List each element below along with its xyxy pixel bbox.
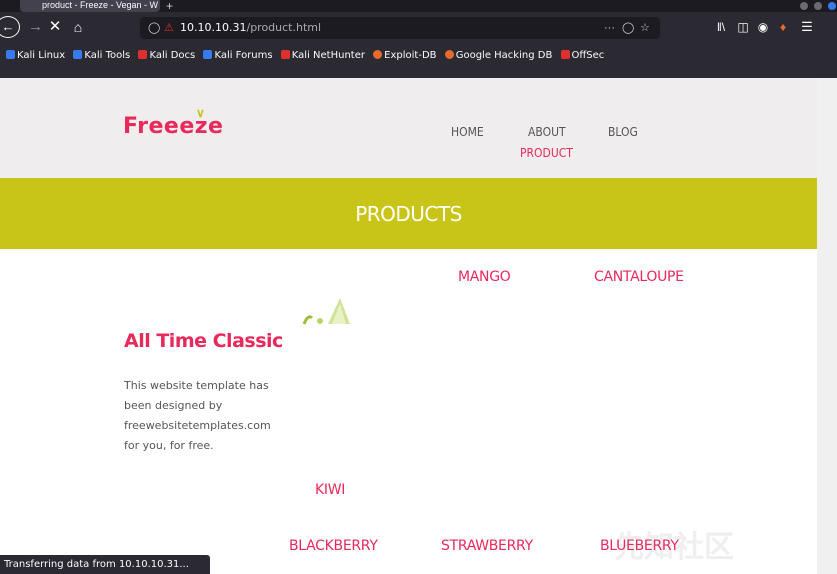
stop-icon[interactable]: ✕ [48,16,62,38]
insecure-lock-icon[interactable]: ⚠ [164,17,174,39]
product-kiwi[interactable]: KIWI [315,482,345,498]
bookmark-item[interactable]: Kali Forums [203,50,273,61]
back-icon[interactable]: ← [0,16,20,38]
url-bar[interactable]: ◯ ⚠ 10.10.10.31/product.html ··· ◯ ☆ [140,17,660,39]
minimize-icon[interactable] [800,2,808,10]
bookmark-item[interactable]: Kali Docs [138,50,195,61]
url-text[interactable]: 10.10.10.31/product.html [180,17,321,39]
status-bar: Transferring data from 10.10.10.31... [0,555,210,574]
browser-tab[interactable]: product - Freeze - Vegan - W [20,0,160,12]
kali-forums-icon [203,50,213,59]
site-header: Freeeze ∨ HOME ABOUT BLOG PRODUCT [0,78,817,178]
sidebar-icon[interactable]: ◫ [736,16,750,38]
product-blackberry[interactable]: BLACKBERRY [289,538,378,554]
navigation-toolbar: ← → ✕ ⌂ ◯ ⚠ 10.10.10.31/product.html ···… [0,12,837,44]
account-icon[interactable]: ◉ [756,16,770,38]
products-banner: PRODUCTS [0,178,817,249]
fruit-image [302,298,350,325]
google-hacking-db-icon [444,50,454,59]
product-cantaloupe[interactable]: CANTALOUPE [594,269,684,285]
page-viewport: Freeeze ∨ HOME ABOUT BLOG PRODUCT PRODUC… [0,78,817,574]
bookmark-item[interactable]: OffSec [560,50,604,61]
browser-chrome: product - Freeze - Vegan - W + ← → ✕ ⌂ ◯… [0,0,837,78]
sidebar-title: All Time Classic [124,330,283,352]
sidebar-text: This website template has been designed … [124,379,271,452]
site-logo[interactable]: Freeeze [123,114,223,139]
maximize-icon[interactable] [814,2,822,10]
home-icon[interactable]: ⌂ [70,16,86,38]
exploit-db-icon [373,50,383,59]
nav-product[interactable]: PRODUCT [520,146,573,160]
bookmark-item[interactable]: Exploit-DB [373,50,437,61]
page-actions-icon[interactable]: ··· [604,17,615,39]
library-icon[interactable]: ‖\ [714,16,728,38]
tab-strip: product - Freeze - Vegan - W + [0,0,837,13]
watermark: 先知社区 [614,530,734,565]
forward-icon[interactable]: → [28,16,43,38]
kali-nethunter-icon [280,50,290,59]
product-mango[interactable]: MANGO [458,269,511,285]
scrollbar[interactable] [817,78,837,574]
close-window-icon[interactable] [828,2,836,10]
nav-home[interactable]: HOME [451,125,484,139]
kali-tools-icon [73,50,83,59]
leaf-icon: ∨ [196,106,205,120]
product-strawberry[interactable]: STRAWBERRY [441,538,533,554]
page-title: PRODUCTS [355,202,462,226]
nav-about[interactable]: ABOUT [528,125,566,139]
nav-blog[interactable]: BLOG [608,125,638,139]
menu-icon[interactable]: ☰ [800,16,814,38]
bookmark-item[interactable]: Kali Tools [73,50,130,61]
bookmark-item[interactable]: Kali Linux [6,50,65,61]
extension-icon[interactable]: ♦ [776,16,790,38]
bookmark-star-icon[interactable]: ☆ [640,17,650,39]
bookmark-item[interactable]: Google Hacking DB [444,50,552,61]
shield-icon[interactable]: ◯ [148,17,160,39]
pocket-icon[interactable]: ◯ [622,17,634,39]
bookmarks-toolbar: Kali Linux Kali Tools Kali Docs Kali For… [0,44,837,78]
offsec-icon [560,50,570,59]
kali-docs-icon [138,50,148,59]
kali-linux-icon [6,50,15,59]
bookmark-item[interactable]: Kali NetHunter [280,50,365,61]
